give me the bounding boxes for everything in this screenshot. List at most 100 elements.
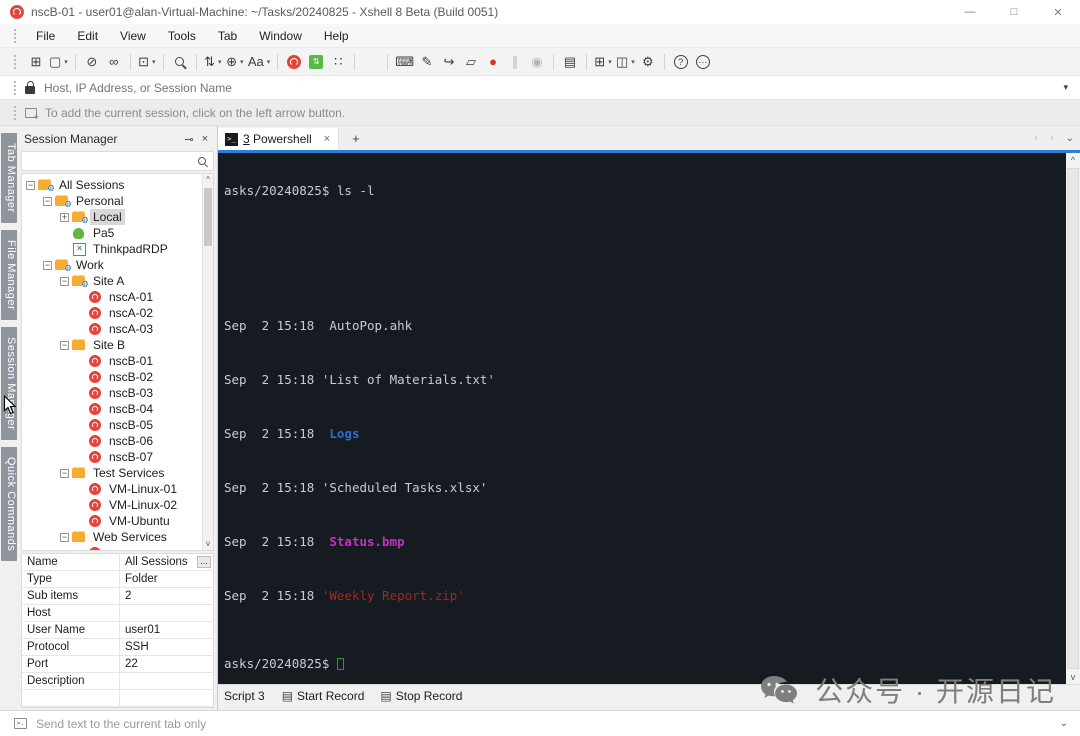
lock-screen-icon[interactable] (360, 51, 382, 73)
scrollbar-thumb[interactable] (204, 188, 212, 246)
tree-item[interactable]: nscB-04 (22, 401, 202, 417)
session-search-box[interactable] (21, 151, 214, 171)
scroll-down-icon[interactable]: v (203, 538, 213, 550)
property-value[interactable]: 2 (120, 590, 213, 602)
grip-handle[interactable] (14, 80, 17, 95)
send-text-icon[interactable]: ↪ (438, 51, 460, 73)
tree-item[interactable]: nscB-02 (22, 369, 202, 385)
disconnect-icon[interactable]: ⊘ (81, 51, 103, 73)
menu-item[interactable]: Window (248, 24, 313, 48)
compose-icon[interactable]: ✎ (416, 51, 438, 73)
tree-item[interactable]: Web Services (22, 529, 202, 545)
property-value[interactable]: SSH (120, 641, 213, 653)
xshell-icon[interactable] (283, 51, 305, 73)
tree-item[interactable]: ThinkpadRDP (22, 241, 202, 257)
help-icon[interactable]: ? (670, 51, 692, 73)
address-dropdown-icon[interactable]: ▾ (1063, 82, 1068, 93)
tree-item[interactable]: VM-Linux-02 (22, 497, 202, 513)
tab-settings-icon[interactable]: ⚙ (637, 51, 659, 73)
font-size-icon[interactable]: Aa (246, 51, 272, 73)
new-tab-icon[interactable]: ⊞ (592, 51, 614, 73)
property-value[interactable]: user01 (120, 624, 213, 636)
separator[interactable] (663, 53, 665, 70)
separator[interactable] (354, 53, 356, 70)
send-text-field[interactable]: Send text to the current tab only (36, 717, 1060, 731)
tree-item[interactable] (22, 545, 202, 550)
tree-item[interactable]: nscA-02 (22, 305, 202, 321)
browse-button[interactable]: ... (197, 556, 211, 568)
grip-handle[interactable] (14, 54, 17, 69)
property-value[interactable]: Folder (120, 573, 213, 585)
separator[interactable] (586, 53, 587, 70)
side-tab[interactable]: Tab Manager (1, 133, 17, 223)
tile-layout-icon[interactable]: ◫ (614, 51, 637, 73)
tree-item[interactable]: nscB-01 (22, 353, 202, 369)
grip-handle[interactable] (14, 105, 17, 120)
expander-icon[interactable] (43, 196, 52, 206)
menu-item[interactable]: Tab (207, 24, 248, 48)
tree-item[interactable]: Site B (22, 337, 202, 353)
tree-item[interactable]: nscB-05 (22, 417, 202, 433)
expander-icon[interactable] (60, 212, 69, 222)
virtual-keyboard-icon[interactable]: ⌨ (393, 51, 416, 73)
menu-item[interactable]: Tools (157, 24, 207, 48)
scroll-up-icon[interactable]: ^ (1066, 153, 1080, 167)
property-value[interactable]: 22 (120, 658, 213, 670)
tree-item[interactable]: Test Services (22, 465, 202, 481)
record-icon[interactable]: ● (482, 51, 504, 73)
find-icon[interactable] (169, 51, 191, 73)
side-tab[interactable]: File Manager (1, 229, 17, 320)
quick-command-button[interactable]: ▤ Stop Record (375, 689, 467, 703)
search-input[interactable] (22, 153, 198, 169)
tree-item[interactable]: Local (22, 209, 202, 226)
separator[interactable] (387, 53, 389, 70)
reconnect-icon[interactable]: ∞ (103, 51, 125, 73)
expander-icon[interactable] (60, 340, 69, 350)
tree-item[interactable]: nscB-07 (22, 449, 202, 465)
separator[interactable] (74, 53, 76, 70)
separator[interactable] (195, 53, 197, 70)
web-browser-icon[interactable]: ⊕ (224, 51, 246, 73)
new-session-icon[interactable]: ⊞ (25, 51, 47, 73)
expander-icon[interactable] (60, 276, 69, 286)
tab-scroll-right-icon[interactable]: › (1050, 132, 1054, 144)
pause-record-icon[interactable]: ∥ (504, 51, 526, 73)
logging-icon[interactable]: ▱ (460, 51, 482, 73)
fullscreen-icon[interactable]: ∷ (327, 51, 349, 73)
tree-item[interactable]: nscB-03 (22, 385, 202, 401)
new-tab-button[interactable]: + (352, 131, 360, 146)
tree-item[interactable]: Pa5 (22, 225, 202, 241)
expander-icon[interactable] (43, 260, 52, 270)
tab-list-dropdown-icon[interactable]: ⌄ (1066, 133, 1074, 144)
expander-icon[interactable] (26, 180, 35, 190)
minimize-button[interactable]: — (948, 0, 992, 24)
tree-item[interactable]: nscB-06 (22, 433, 202, 449)
tree-item[interactable]: Work (22, 257, 202, 274)
menu-item[interactable]: View (109, 24, 157, 48)
tab-scroll-left-icon[interactable]: ‹ (1034, 132, 1038, 144)
separator[interactable] (553, 53, 554, 70)
script-label[interactable]: Script 3 (224, 689, 265, 703)
expander-icon[interactable] (60, 468, 69, 478)
tree-item[interactable]: nscA-01 (22, 289, 202, 305)
properties-icon[interactable]: ▤ (559, 51, 581, 73)
menu-item[interactable]: File (25, 24, 66, 48)
open-session-icon[interactable]: ▢ (47, 51, 70, 73)
scroll-up-icon[interactable]: ^ (203, 174, 213, 186)
tree-item[interactable]: VM-Ubuntu (22, 513, 202, 529)
address-bar[interactable]: Host, IP Address, or Session Name ▾ (0, 76, 1080, 100)
tree-item[interactable]: nscA-03 (22, 321, 202, 337)
scrollbar-thumb[interactable] (1067, 168, 1079, 669)
separator[interactable] (129, 53, 131, 70)
side-tab[interactable]: Session Manager (1, 326, 17, 441)
tree-item[interactable]: All Sessions (22, 177, 202, 194)
side-tab[interactable]: Quick Commands (1, 447, 17, 562)
duplicate-session-icon[interactable]: ⊡ (136, 51, 158, 73)
pin-icon[interactable]: ⊸ (181, 133, 197, 146)
terminal-screen[interactable]: asks/20240825$ ls -l Sep 2 15:18 AutoPop… (218, 153, 1080, 684)
terminal-scrollbar[interactable]: ^ v (1066, 153, 1080, 684)
panel-close-icon[interactable]: × (197, 133, 213, 145)
separator[interactable] (162, 53, 164, 70)
menu-item[interactable]: Edit (66, 24, 109, 48)
address-input[interactable]: Host, IP Address, or Session Name (44, 81, 1063, 95)
